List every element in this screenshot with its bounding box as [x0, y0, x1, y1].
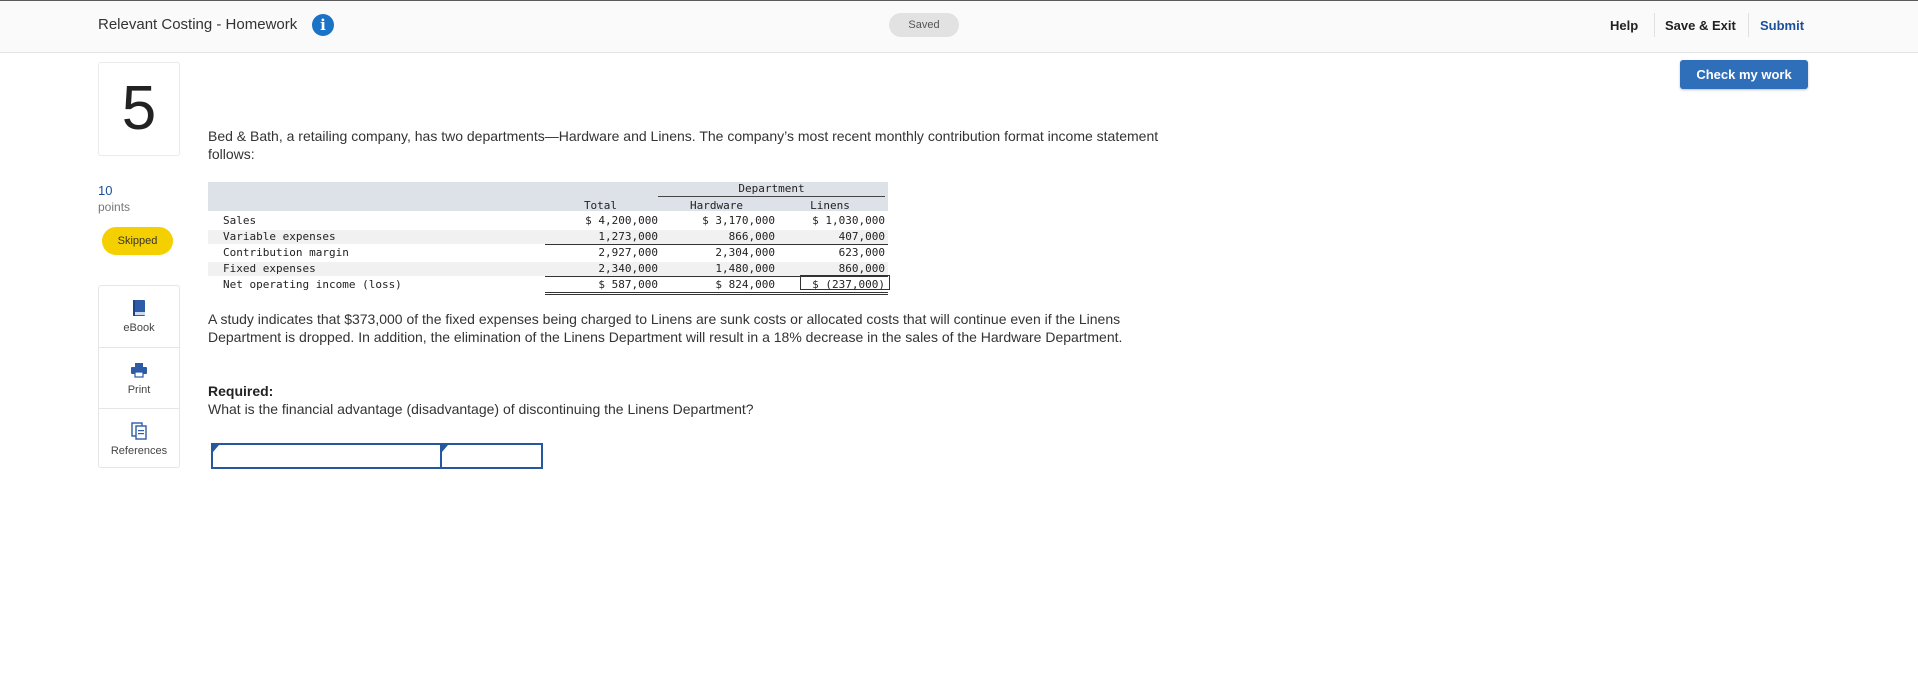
cell-linens: $ 1,030,000 [812, 214, 885, 227]
help-link[interactable]: Help [1610, 18, 1638, 33]
table-row: Fixed expenses 2,340,000 1,480,000 860,0… [208, 262, 888, 276]
loss-highlight-box [800, 275, 890, 290]
total-double-rule [545, 294, 888, 295]
cell-total: $ 4,200,000 [585, 214, 658, 227]
check-my-work-button[interactable]: Check my work [1680, 60, 1808, 89]
field-flag-icon [213, 445, 219, 452]
column-header-total: Total [583, 199, 618, 212]
points-value: 10 [98, 183, 113, 198]
header-divider [1748, 13, 1749, 37]
cell-hardware: $ 824,000 [715, 278, 775, 291]
cell-total: 2,927,000 [598, 246, 658, 259]
study-paragraph: A study indicates that $373,000 of the f… [208, 311, 1123, 345]
cell-linens: 407,000 [838, 230, 885, 243]
info-icon[interactable]: i [312, 14, 334, 36]
total-double-rule [545, 292, 888, 293]
cell-hardware: $ 3,170,000 [702, 214, 775, 227]
top-bar: Relevant Costing - Homework i Saved Help… [0, 1, 1918, 53]
references-label: References [110, 445, 168, 457]
column-header-hardware: Hardware [690, 199, 743, 212]
answer-label-dropdown[interactable] [211, 443, 443, 469]
assignment-title: Relevant Costing - Homework [98, 16, 298, 33]
points-label: points [98, 200, 131, 214]
cell-total: 2,340,000 [598, 262, 658, 275]
table-row: Contribution margin 2,927,000 2,304,000 … [208, 246, 888, 260]
table-row: Net operating income (loss) $ 587,000 $ … [208, 278, 888, 292]
book-icon [133, 300, 145, 316]
row-label: Fixed expenses [223, 262, 316, 275]
department-header: Department [658, 182, 885, 197]
header-divider [1654, 13, 1655, 37]
table-row: Sales $ 4,200,000 $ 3,170,000 $ 1,030,00… [208, 214, 888, 228]
income-statement-table: Department Total Hardware Linens Sales $… [208, 182, 890, 295]
printer-icon [131, 363, 147, 378]
required-label: Required: [208, 383, 274, 399]
row-label: Contribution margin [223, 246, 349, 259]
row-label: Variable expenses [223, 230, 336, 243]
status-badge: Skipped [102, 227, 173, 255]
required-section: Required: What is the financial advantag… [208, 382, 1188, 418]
required-question: What is the financial advantage (disadva… [208, 401, 754, 417]
cell-hardware: 1,480,000 [715, 262, 775, 275]
field-flag-icon [442, 445, 448, 452]
cell-hardware: 866,000 [728, 230, 775, 243]
print-button[interactable]: Print [99, 347, 179, 408]
cell-hardware: 2,304,000 [715, 246, 775, 259]
ebook-button[interactable]: eBook [99, 286, 179, 346]
column-header-linens: Linens [810, 199, 850, 212]
subtotal-rule [545, 244, 888, 245]
ebook-label: eBook [123, 322, 155, 334]
question-number-box: 5 [98, 62, 180, 156]
references-icon [131, 422, 147, 440]
cell-total: 1,273,000 [598, 230, 658, 243]
cell-linens: 623,000 [838, 246, 885, 259]
save-exit-link[interactable]: Save & Exit [1665, 18, 1736, 33]
tools-panel: eBook Print References [98, 285, 180, 468]
question-intro: Bed & Bath, a retailing company, has two… [208, 128, 1159, 162]
save-status-badge: Saved [889, 13, 959, 37]
row-label: Net operating income (loss) [223, 278, 402, 291]
cell-total: $ 587,000 [598, 278, 658, 291]
references-button[interactable]: References [99, 408, 179, 469]
cell-linens: 860,000 [838, 262, 885, 275]
submit-link[interactable]: Submit [1760, 18, 1804, 33]
answer-amount-input[interactable] [440, 443, 543, 469]
question-number: 5 [121, 74, 157, 143]
row-label: Sales [223, 214, 257, 227]
print-label: Print [127, 384, 151, 396]
table-row: Variable expenses 1,273,000 866,000 407,… [208, 230, 888, 244]
